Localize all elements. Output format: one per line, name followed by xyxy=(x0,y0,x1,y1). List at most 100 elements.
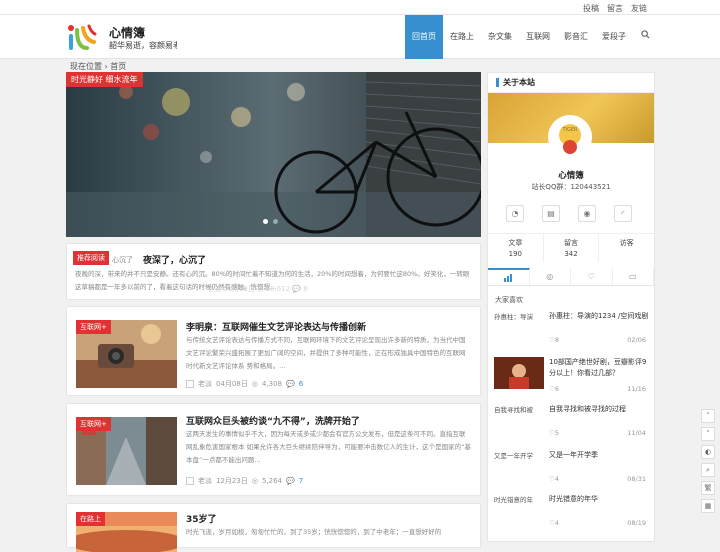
post-comments[interactable]: 6 xyxy=(299,380,303,388)
svg-text:TIGER: TIGER xyxy=(561,127,578,133)
book-icon[interactable]: ▤ xyxy=(542,205,560,222)
popular-title[interactable]: 又是一年开学季 xyxy=(549,450,649,461)
sidebar-heading: 关于本站 xyxy=(488,73,654,93)
popular-meta: ♡6 11/16 xyxy=(549,385,646,393)
top-bar: 投稿 留言 友链 xyxy=(0,0,720,15)
stat-posts: 文章 190 xyxy=(488,234,544,262)
nav-item-internet[interactable]: 互联网 xyxy=(519,15,557,59)
popular-item[interactable]: 时光错意的年 时光错意的年华 ♡4 08/19 xyxy=(494,494,648,534)
popular-thumb[interactable]: 时光错意的年 xyxy=(494,494,544,526)
popular-thumb[interactable]: 又是一年开学 xyxy=(494,450,544,482)
post-category-tag[interactable]: 在路上 xyxy=(76,512,105,526)
site-title[interactable]: 心情簿 xyxy=(109,24,145,41)
traditional-chinese-button[interactable]: 繁 xyxy=(701,481,715,495)
popular-title[interactable]: 孙惠柱：导演的1234 /空间戏剧 xyxy=(549,311,649,322)
weibo-icon[interactable]: ◉ xyxy=(578,205,596,222)
main-nav: 回首页 在路上 杂文集 互联网 影音汇 爱段子 xyxy=(405,15,658,59)
post-card[interactable]: 在路上 35岁了 时光飞逝，岁月如梭，匆匆忙忙的，到了35岁；恍恍惚惚的，到了中… xyxy=(66,503,481,552)
sidebar-author-name: 心情簿 xyxy=(558,171,584,181)
post-card[interactable]: 互联网+ 李明泉：互联网催生文艺评论表达与传播创新 与传统文艺评论表达与传播方式… xyxy=(66,306,481,396)
popular-title[interactable]: 时光错意的年华 xyxy=(549,494,649,505)
up-icon[interactable]: ˄ xyxy=(701,409,715,423)
nav-item-home[interactable]: 回首页 xyxy=(405,15,443,59)
tab-comments[interactable]: ▭ xyxy=(613,268,654,285)
top-link-friends[interactable]: 友链 xyxy=(631,3,647,14)
nav-item-road[interactable]: 在路上 xyxy=(443,15,481,59)
featured-card[interactable]: 推荐阅读 心沉了 夜深了，心沉了 夜晚的深，带来的并不只是安静。还有心的沉。80… xyxy=(66,243,481,300)
popular-title[interactable]: 自我寻找和被寻找的过程 xyxy=(549,404,649,415)
popular-thumb[interactable]: 孙惠柱：导演 xyxy=(494,311,544,343)
slider-caption: 时光静好 细水流年 xyxy=(66,72,143,87)
stat-visitors: 访客 xyxy=(619,239,634,247)
post-author[interactable]: 老淡 xyxy=(198,476,212,486)
post-title[interactable]: 35岁了 xyxy=(186,512,217,525)
author-avatar-icon xyxy=(186,380,194,388)
tab-likes[interactable]: ♡ xyxy=(571,268,613,285)
post-title[interactable]: 李明泉：互联网催生文艺评论表达与传播创新 xyxy=(186,320,366,333)
theme-icon[interactable]: ◐ xyxy=(701,445,715,459)
slider-dot[interactable] xyxy=(273,219,278,224)
search-icon[interactable] xyxy=(633,15,658,59)
breadcrumb: 现在位置 › 首页 xyxy=(70,62,127,71)
featured-meta: 老淡 01月02日 ◎ 18,612 💬 8 xyxy=(207,285,308,293)
featured-tag[interactable]: 推荐阅读 xyxy=(73,251,109,265)
hero-slider[interactable]: 时光静好 细水流年 xyxy=(66,72,481,237)
popular-title[interactable]: 10部国产绝世好剧，豆瓣影评9分以上！你看过几部？ xyxy=(549,357,649,379)
comment-icon[interactable]: 💬 xyxy=(286,380,295,388)
sidebar-qq: 站长QQ群：120443521 xyxy=(531,183,611,191)
post-views: 5,264 xyxy=(261,477,282,485)
post-meta: 老淡 12月23日 ◎ 5,264 💬 7 xyxy=(186,476,303,486)
post-date: 04月08日 xyxy=(216,380,248,388)
post-category-tag[interactable]: 互联网+ xyxy=(76,320,111,334)
featured-title[interactable]: 夜深了，心沉了 xyxy=(143,253,206,266)
popular-thumb[interactable] xyxy=(494,357,544,389)
popular-item[interactable]: 又是一年开学 又是一年开学季 ♡4 08/31 xyxy=(494,450,648,490)
down-icon[interactable]: ˅ xyxy=(701,427,715,441)
author-avatar-icon xyxy=(186,477,194,485)
post-author[interactable]: 老淡 xyxy=(198,379,212,389)
post-meta: 老淡 04月08日 ◎ 4,308 💬 6 xyxy=(186,379,303,389)
post-category-tag[interactable]: 互联网+ xyxy=(76,417,111,431)
popular-heading: 大家喜欢 xyxy=(495,296,523,304)
bicycle-image xyxy=(66,72,481,237)
post-card[interactable]: 互联网+ 互联网众巨头被约谈“九不得”，洗牌开始了 这两天发生的事情似乎不大，因… xyxy=(66,403,481,496)
post-comments[interactable]: 7 xyxy=(299,477,303,485)
tab-views[interactable]: ◎ xyxy=(530,268,571,285)
comment-icon[interactable]: 💬 xyxy=(286,477,295,485)
nav-item-media[interactable]: 影音汇 xyxy=(557,15,595,59)
stat-comments: 留言 342 xyxy=(544,234,600,262)
tab-hot[interactable] xyxy=(488,268,530,285)
avatar[interactable]: TIGER xyxy=(548,115,592,159)
featured-tag-trail: 心沉了 xyxy=(112,256,133,264)
post-views: 4,308 xyxy=(261,380,282,388)
nav-item-jokes[interactable]: 爱段子 xyxy=(595,15,633,59)
wechat-icon[interactable]: ◔ xyxy=(506,205,524,222)
top-link-submit[interactable]: 投稿 xyxy=(583,3,599,14)
views-icon: ◎ xyxy=(251,380,258,388)
rss-icon[interactable]: ◜ xyxy=(614,205,632,222)
popular-thumb[interactable]: 自我寻找和被 xyxy=(494,404,544,436)
popular-item[interactable]: 孙惠柱：导演 孙惠柱：导演的1234 /空间戏剧 ♡8 02/06 xyxy=(494,311,648,351)
popular-meta: ♡5 11/04 xyxy=(549,429,646,437)
post-title[interactable]: 互联网众巨头被约谈“九不得”，洗牌开始了 xyxy=(186,414,360,427)
search-icon[interactable]: ⌕ xyxy=(701,463,715,477)
popular-item[interactable]: 自我寻找和被 自我寻找和被寻找的过程 ♡5 11/04 xyxy=(494,404,648,444)
qrcode-icon[interactable]: ▦ xyxy=(701,499,715,513)
top-links: 投稿 留言 友链 xyxy=(583,3,647,14)
popular-item[interactable]: 10部国产绝世好剧，豆瓣影评9分以上！你看过几部？ ♡6 11/16 xyxy=(494,357,648,397)
site-header: 心情簿 韶华易逝，容颜易老 回首页 在路上 杂文集 互联网 影音汇 爱段子 xyxy=(0,15,720,59)
site-logo[interactable] xyxy=(67,22,97,52)
slider-dots xyxy=(263,219,278,224)
sidebar-tabs: ◎ ♡ ▭ xyxy=(488,268,654,286)
social-icons: ◔ ▤ ◉ ◜ xyxy=(506,205,632,222)
views-icon: ◎ xyxy=(251,477,258,485)
popular-meta: ♡4 08/19 xyxy=(549,519,646,527)
slider-dot[interactable] xyxy=(263,219,268,224)
top-link-guestbook[interactable]: 留言 xyxy=(607,3,623,14)
popular-meta: ♡4 08/31 xyxy=(549,475,646,483)
post-date: 12月23日 xyxy=(216,477,248,485)
popular-meta: ♡8 02/06 xyxy=(549,336,646,344)
post-excerpt: 时光飞逝，岁月如梭，匆匆忙忙的，到了35岁；恍恍惚惚的，到了中老年；一直想好好的 xyxy=(186,528,442,536)
nav-item-essays[interactable]: 杂文集 xyxy=(481,15,519,59)
site-subtitle: 韶华易逝，容颜易老 xyxy=(109,41,177,50)
